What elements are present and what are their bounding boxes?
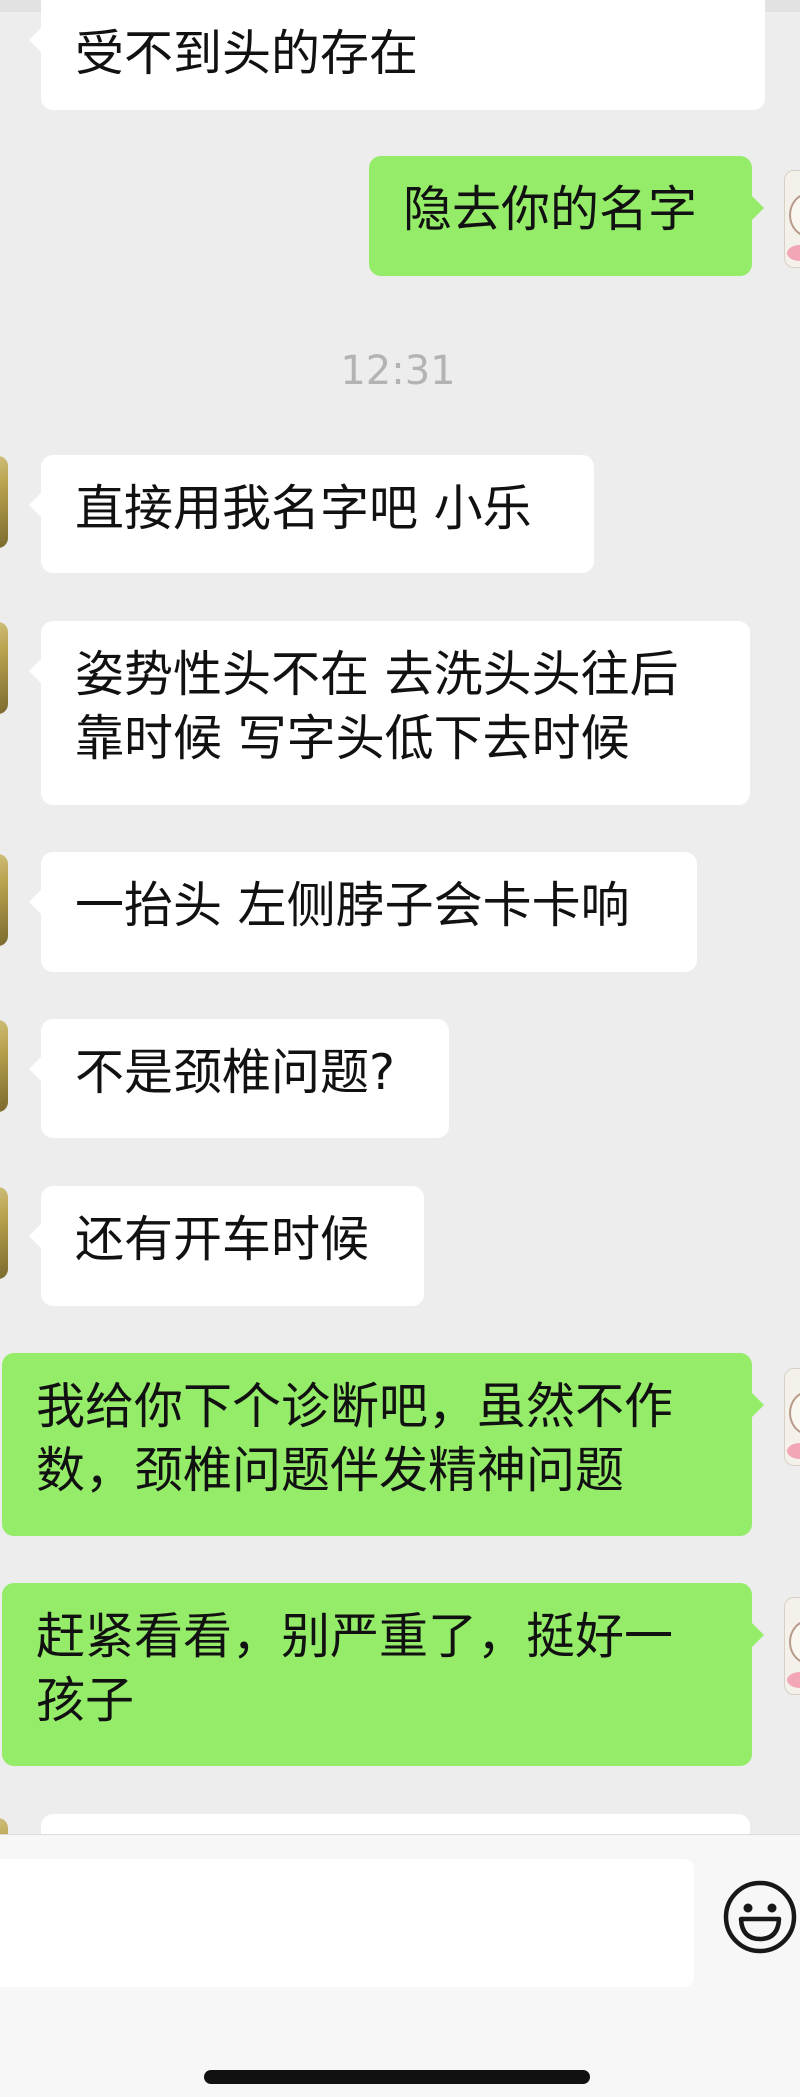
chat-area[interactable]: 受不到头的存在 隐去你的名字 12:31 直接用我名字吧 小乐 姿势性头不在 去…	[0, 0, 800, 1834]
my-avatar[interactable]	[784, 1597, 800, 1695]
message-bubble-incoming[interactable]	[41, 1814, 750, 1834]
avatar-blush-icon	[787, 1443, 800, 1459]
input-bar	[0, 1834, 800, 2097]
message-bubble-outgoing[interactable]: 赶紧看看，别严重了，挺好一 孩子	[2, 1583, 764, 1766]
home-indicator[interactable]	[204, 2070, 590, 2084]
my-avatar[interactable]	[784, 170, 800, 268]
message-timestamp: 12:31	[340, 348, 456, 394]
message-bubble-incoming[interactable]: 还有开车时候	[29, 1186, 424, 1306]
my-avatar[interactable]	[784, 1368, 800, 1466]
contact-avatar[interactable]	[0, 854, 8, 946]
avatar-blush-icon	[787, 245, 800, 261]
message-bubble-incoming[interactable]: 不是颈椎问题?	[29, 1019, 449, 1138]
message-bubble-incoming[interactable]: 姿势性头不在 去洗头头往后 靠时候 写字头低下去时候	[29, 621, 750, 805]
contact-avatar[interactable]	[0, 1818, 8, 1834]
message-bubble-incoming[interactable]: 一抬头 左侧脖子会卡卡响	[29, 852, 697, 972]
contact-avatar[interactable]	[0, 456, 8, 548]
avatar-face-icon	[789, 1391, 800, 1435]
message-input[interactable]	[0, 1859, 694, 1987]
avatar-face-icon	[789, 1620, 800, 1664]
avatar-face-icon	[789, 193, 800, 237]
contact-avatar[interactable]	[0, 622, 8, 714]
message-bubble-incoming[interactable]: 直接用我名字吧 小乐	[29, 455, 594, 573]
message-bubble-outgoing[interactable]: 我给你下个诊断吧，虽然不作 数，颈椎问题伴发精神问题	[2, 1353, 764, 1536]
message-bubble-incoming[interactable]: 受不到头的存在	[29, 0, 765, 110]
avatar-blush-icon	[787, 1672, 800, 1688]
contact-avatar[interactable]	[0, 1020, 8, 1112]
contact-avatar[interactable]	[0, 1187, 8, 1279]
message-bubble-outgoing[interactable]: 隐去你的名字	[369, 156, 764, 276]
smiley-face-icon[interactable]	[722, 1879, 798, 1955]
